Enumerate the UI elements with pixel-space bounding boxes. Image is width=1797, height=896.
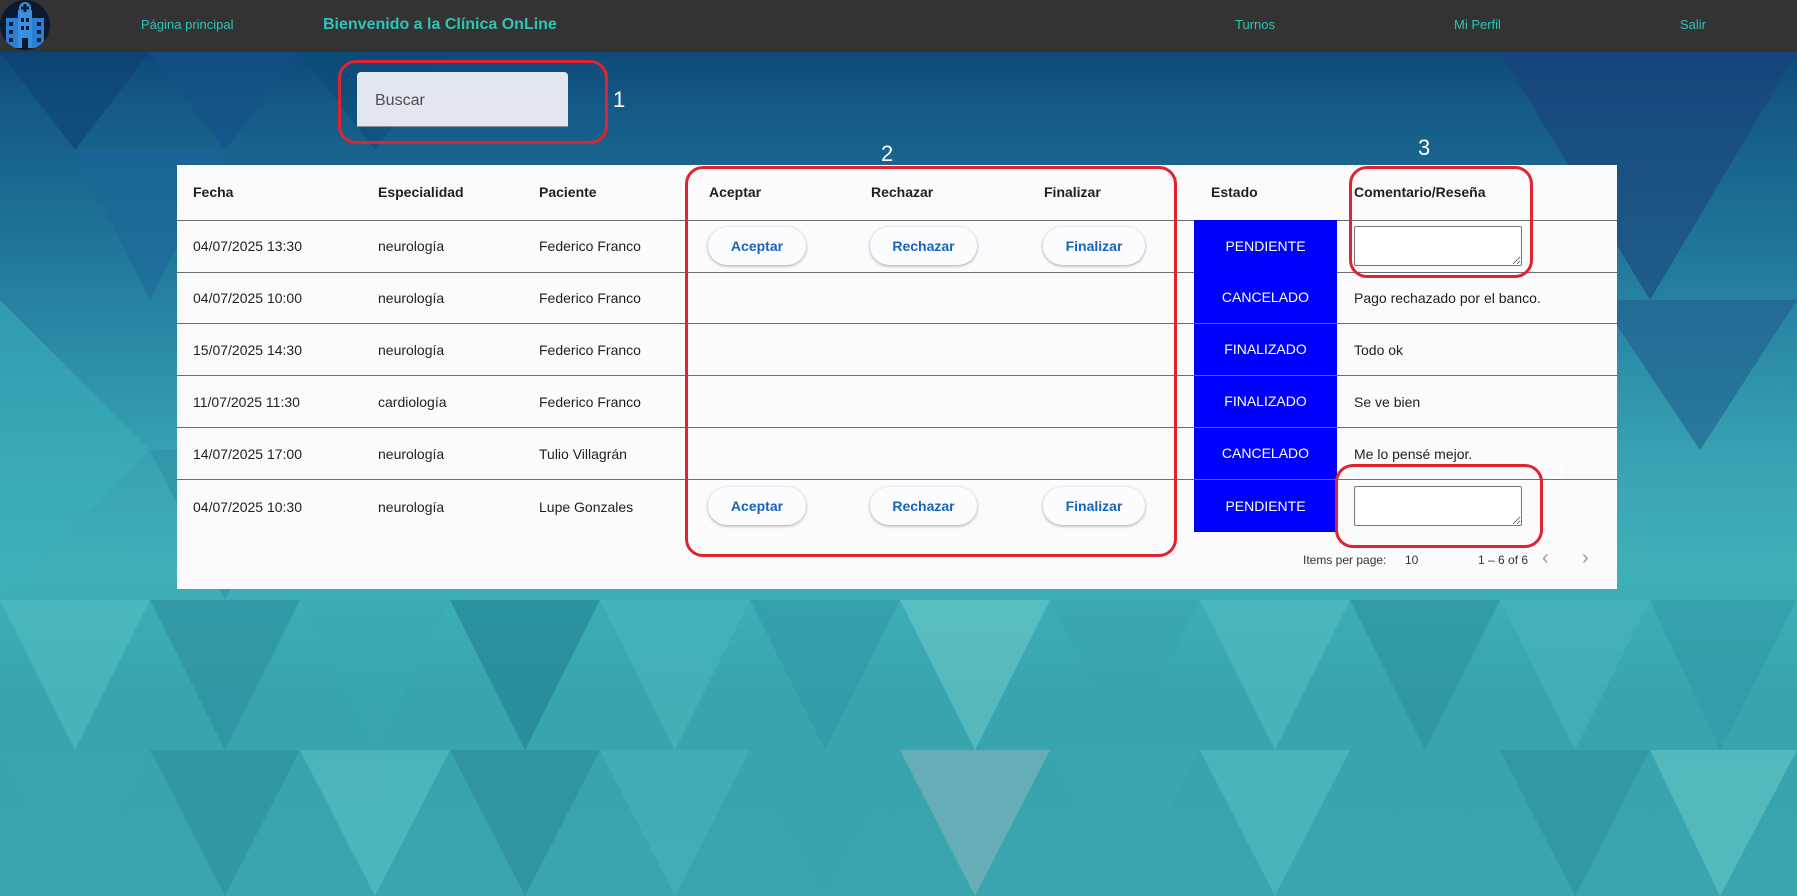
header-estado[interactable]: Estado bbox=[1211, 184, 1258, 200]
rechazar-button[interactable]: Rechazar bbox=[870, 227, 977, 265]
header-finalizar: Finalizar bbox=[1044, 184, 1101, 200]
annotation-label-3a: 3 bbox=[1418, 135, 1431, 160]
cell-comentario: Se ve bien bbox=[1354, 394, 1421, 410]
header-fecha[interactable]: Fecha bbox=[193, 184, 233, 200]
chevron-right-icon[interactable]: › bbox=[1582, 547, 1589, 570]
search-input[interactable] bbox=[373, 89, 562, 113]
aceptar-button[interactable]: Aceptar bbox=[708, 487, 806, 525]
search-field[interactable] bbox=[357, 72, 568, 127]
cell-especialidad: neurología bbox=[378, 238, 445, 254]
cell-comentario: Pago rechazado por el banco. bbox=[1354, 290, 1541, 306]
cell-especialidad: neurología bbox=[378, 499, 445, 515]
table-row: 11/07/2025 11:30 cardiología Federico Fr… bbox=[177, 376, 1617, 428]
cell-fecha: 04/07/2025 10:00 bbox=[193, 290, 302, 306]
cell-paciente: Federico Franco bbox=[539, 238, 641, 254]
annotation-label-2: 2 bbox=[881, 141, 894, 166]
page-range-label: 1 – 6 of 6 bbox=[1478, 553, 1529, 567]
turnos-table: Fecha Especialidad Paciente Aceptar Rech… bbox=[177, 165, 1617, 589]
cell-especialidad: neurología bbox=[378, 290, 445, 306]
cell-paciente: Federico Franco bbox=[539, 290, 641, 306]
table-row: 04/07/2025 10:30 neurología Lupe Gonzale… bbox=[177, 480, 1617, 532]
cell-paciente: Tulio Villagrán bbox=[539, 446, 627, 462]
table-row: 04/07/2025 13:30 neurología Federico Fra… bbox=[177, 220, 1617, 273]
aceptar-button[interactable]: Aceptar bbox=[708, 227, 806, 265]
status-badge: CANCELADO bbox=[1194, 428, 1337, 479]
cell-especialidad: cardiología bbox=[378, 394, 447, 410]
cell-comentario: Todo ok bbox=[1354, 342, 1404, 358]
nav-profile-link[interactable]: Mi Perfil bbox=[1454, 17, 1501, 32]
cell-especialidad: neurología bbox=[378, 446, 445, 462]
annotation-label-1: 1 bbox=[613, 87, 626, 112]
nav-logout-link[interactable]: Salir bbox=[1680, 17, 1706, 32]
status-badge: FINALIZADO bbox=[1194, 324, 1337, 375]
table-header-row: Fecha Especialidad Paciente Aceptar Rech… bbox=[177, 165, 1617, 221]
items-per-page-label: Items per page: bbox=[1303, 553, 1387, 567]
table-row: 14/07/2025 17:00 neurología Tulio Villag… bbox=[177, 428, 1617, 480]
cell-fecha: 14/07/2025 17:00 bbox=[193, 446, 302, 462]
finalizar-button[interactable]: Finalizar bbox=[1043, 227, 1145, 265]
header-comentario: Comentario/Reseña bbox=[1354, 184, 1486, 200]
cell-paciente: Lupe Gonzales bbox=[539, 499, 634, 515]
status-badge: FINALIZADO bbox=[1194, 376, 1337, 427]
comment-textarea[interactable] bbox=[1354, 226, 1522, 266]
rechazar-button[interactable]: Rechazar bbox=[870, 487, 977, 525]
status-badge: CANCELADO bbox=[1194, 272, 1337, 323]
clinic-logo-icon[interactable] bbox=[0, 0, 50, 50]
header-aceptar: Aceptar bbox=[709, 184, 762, 200]
cell-fecha: 04/07/2025 13:30 bbox=[193, 238, 302, 254]
header-rechazar: Rechazar bbox=[871, 184, 934, 200]
cell-paciente: Federico Franco bbox=[539, 342, 641, 358]
chevron-left-icon[interactable]: ‹ bbox=[1542, 547, 1549, 570]
nav-home-link[interactable]: Página principal bbox=[141, 17, 234, 32]
page-size-select[interactable]: 10 bbox=[1405, 553, 1418, 567]
top-navbar: Página principal Bienvenido a la Clínica… bbox=[0, 0, 1797, 52]
cell-fecha: 11/07/2025 11:30 bbox=[193, 394, 300, 410]
cell-paciente: Federico Franco bbox=[539, 394, 641, 410]
status-badge: PENDIENTE bbox=[1194, 480, 1337, 532]
finalizar-button[interactable]: Finalizar bbox=[1043, 487, 1145, 525]
annotation-label-3b: 3 bbox=[1552, 459, 1565, 484]
page-title: Bienvenido a la Clínica OnLine bbox=[323, 16, 557, 33]
cell-especialidad: neurología bbox=[378, 342, 445, 358]
table-row: 15/07/2025 14:30 neurología Federico Fra… bbox=[177, 324, 1617, 376]
cell-fecha: 15/07/2025 14:30 bbox=[193, 342, 302, 358]
table-row: 04/07/2025 10:00 neurología Federico Fra… bbox=[177, 272, 1617, 324]
header-especialidad[interactable]: Especialidad bbox=[378, 184, 464, 200]
status-badge: PENDIENTE bbox=[1194, 220, 1337, 272]
header-paciente[interactable]: Paciente bbox=[539, 184, 597, 200]
cell-comentario: Me lo pensé mejor. bbox=[1354, 446, 1473, 462]
comment-textarea[interactable] bbox=[1354, 486, 1522, 526]
cell-fecha: 04/07/2025 10:30 bbox=[193, 499, 302, 515]
nav-turnos-link[interactable]: Turnos bbox=[1235, 17, 1275, 32]
